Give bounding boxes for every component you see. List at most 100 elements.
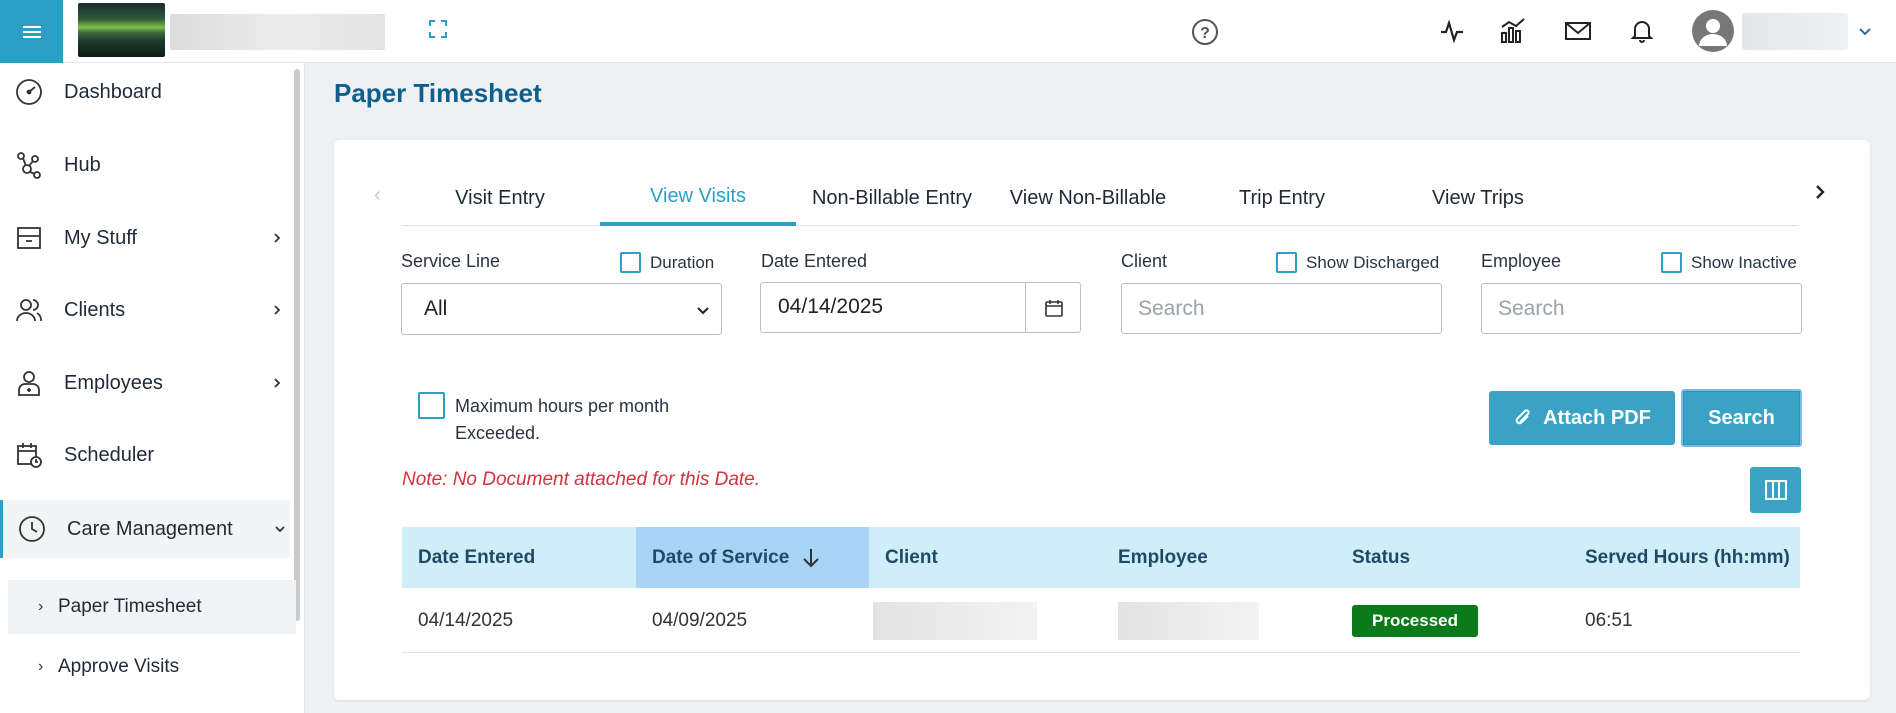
chevron-down-icon[interactable] <box>1856 22 1874 40</box>
sidebar-item-label: Employees <box>64 371 163 394</box>
client-search-input[interactable] <box>1121 283 1442 334</box>
question-circle-icon[interactable]: ? <box>1191 18 1219 46</box>
sidebar: Dashboard Hub My Stuff Clients Employees… <box>0 63 305 713</box>
cell-served-hours: 06:51 <box>1585 609 1633 631</box>
sidebar-subitem-paper-timesheet[interactable]: › Paper Timesheet <box>8 580 296 634</box>
tabs-scroll-right-icon[interactable] <box>1810 180 1830 204</box>
service-line-label: Service Line <box>401 251 501 271</box>
show-inactive-checkbox[interactable] <box>1661 252 1682 273</box>
show-discharged-label: Show Discharged <box>1306 253 1440 272</box>
no-document-note: Note: No Document attached for this Date… <box>402 469 761 490</box>
cell-date-of-service: 04/09/2025 <box>652 609 748 631</box>
tab-non-billable-entry[interactable]: Non-Billable Entry <box>794 170 990 226</box>
sidebar-subitem-approve-visits[interactable]: › Approve Visits <box>8 640 296 694</box>
chevron-right-icon: › <box>38 658 44 675</box>
status-badge: Processed <box>1352 604 1478 637</box>
hub-network-icon <box>14 150 44 180</box>
sidebar-item-label: Care Management <box>67 517 233 540</box>
tab-visit-entry[interactable]: Visit Entry <box>402 170 598 226</box>
tab-view-trips[interactable]: View Trips <box>1380 170 1576 226</box>
user-name-redacted[interactable] <box>1742 13 1848 50</box>
show-discharged-checkbox[interactable] <box>1276 252 1297 273</box>
sidebar-item-my-stuff[interactable]: My Stuff <box>0 210 290 266</box>
sidebar-item-label: Scheduler <box>64 443 155 466</box>
chevron-right-icon: › <box>38 598 44 615</box>
sidebar-subitem-label: Paper Timesheet <box>58 596 202 617</box>
column-header-employee[interactable]: Employee <box>1102 527 1336 588</box>
employee-search-input[interactable] <box>1481 283 1802 334</box>
sidebar-scrollbar[interactable] <box>294 69 300 621</box>
cell-status: Processed <box>1336 588 1478 653</box>
chevron-right-icon <box>274 233 281 243</box>
column-header-status[interactable]: Status <box>1336 527 1569 588</box>
tab-view-visits[interactable]: View Visits <box>600 170 796 226</box>
show-inactive-label: Show Inactive <box>1691 253 1797 272</box>
sidebar-item-label: Clients <box>64 298 126 321</box>
users-icon <box>14 295 44 325</box>
fullscreen-icon[interactable] <box>425 16 451 42</box>
client-name-redacted <box>873 601 1037 640</box>
table-row[interactable]: 04/14/2025 04/09/2025 Processed 06:51 <box>402 588 1800 653</box>
table-header: Date Entered Date of Service Client Empl… <box>402 527 1800 588</box>
employee-name-redacted <box>1118 601 1259 640</box>
sidebar-item-care-management[interactable]: Care Management <box>0 500 290 558</box>
column-header-date-entered[interactable]: Date Entered <box>402 527 636 588</box>
tab-view-non-billable[interactable]: View Non-Billable <box>990 170 1186 226</box>
chevron-right-icon <box>274 378 281 388</box>
columns-icon <box>1764 480 1787 500</box>
max-hours-exceeded-checkbox[interactable] <box>418 392 445 419</box>
search-button[interactable]: Search <box>1681 389 1802 447</box>
sidebar-item-scheduler[interactable]: Scheduler <box>0 427 290 483</box>
bell-icon[interactable] <box>1627 16 1657 46</box>
avatar[interactable] <box>1692 10 1734 52</box>
service-line-select[interactable]: All <box>401 283 722 335</box>
tab-trip-entry[interactable]: Trip Entry <box>1184 170 1380 226</box>
tab-bar: Visit Entry View Visits Non-Billable Ent… <box>402 170 1798 226</box>
activity-pulse-icon[interactable] <box>1437 16 1467 46</box>
service-line-value: All <box>424 297 448 320</box>
inbox-tray-icon <box>14 223 44 253</box>
analytics-chart-icon[interactable] <box>1498 16 1528 46</box>
sidebar-item-dashboard[interactable]: Dashboard <box>0 64 290 120</box>
sidebar-item-label: Dashboard <box>64 80 162 103</box>
date-entered-value: 04/14/2025 <box>778 295 884 318</box>
column-header-date-of-service[interactable]: Date of Service <box>636 527 869 588</box>
chevron-down-icon <box>275 526 285 533</box>
sidebar-item-label: Hub <box>64 153 101 176</box>
calendar-icon <box>1044 299 1063 317</box>
svg-text:?: ? <box>1200 25 1210 42</box>
cell-employee <box>1102 588 1259 653</box>
sidebar-subitem-label: Approve Visits <box>58 656 180 677</box>
sidebar-item-employees[interactable]: Employees <box>0 355 290 411</box>
sidebar-item-clients[interactable]: Clients <box>0 282 290 338</box>
sidebar-item-hub[interactable]: Hub <box>0 137 290 193</box>
column-header-served-hours[interactable]: Served Hours (hh:mm) <box>1569 527 1800 588</box>
chevron-right-icon <box>274 305 281 315</box>
sidebar-item-label: My Stuff <box>64 226 137 249</box>
clock-icon <box>17 514 47 544</box>
organization-logo <box>78 3 165 57</box>
attach-pdf-button[interactable]: Attach PDF <box>1489 391 1675 445</box>
chevron-down-icon <box>697 307 709 315</box>
speedometer-icon <box>14 77 44 107</box>
calendar-clock-icon <box>14 440 44 470</box>
page-title: Paper Timesheet <box>334 78 542 108</box>
column-chooser-button[interactable] <box>1750 467 1801 513</box>
sort-descending-icon <box>803 548 820 567</box>
organization-name-redacted <box>170 14 385 50</box>
menu-toggle-button[interactable] <box>0 0 63 63</box>
duration-label: Duration <box>650 253 715 272</box>
tabs-scroll-left-icon[interactable]: ‹ <box>374 184 381 207</box>
cell-client <box>869 588 1037 653</box>
client-label: Client <box>1121 251 1168 271</box>
column-header-client[interactable]: Client <box>869 527 1102 588</box>
mail-icon[interactable] <box>1563 16 1593 46</box>
employee-label: Employee <box>1481 251 1562 271</box>
date-entered-label: Date Entered <box>761 251 868 271</box>
employee-badge-icon <box>14 368 44 398</box>
duration-checkbox[interactable] <box>620 252 641 273</box>
paperclip-icon <box>1515 409 1530 425</box>
calendar-button[interactable] <box>1025 283 1081 332</box>
column-header-label: Date of Service <box>652 546 790 568</box>
date-entered-field[interactable]: 04/14/2025 <box>760 282 1081 333</box>
